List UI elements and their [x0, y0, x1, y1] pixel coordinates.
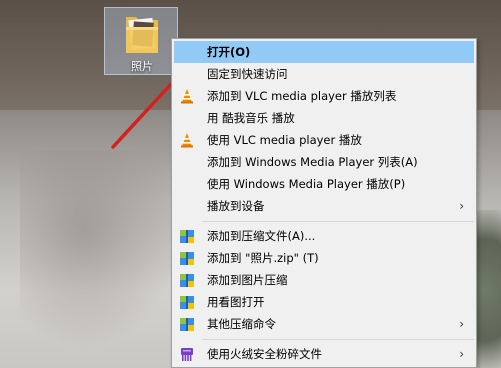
menu-item-image-compress[interactable]: 添加到图片压缩 — [174, 269, 474, 291]
folder-icon — [126, 17, 158, 53]
menu-item-vlc-add-playlist[interactable]: 添加到 VLC media player 播放列表 — [174, 85, 474, 107]
menu-separator — [202, 339, 474, 340]
menu-item-label: 使用火绒安全粉碎文件 — [207, 347, 322, 361]
menu-item-label: 添加到图片压缩 — [207, 273, 288, 287]
menu-item-label: 添加到 VLC media player 播放列表 — [207, 89, 397, 103]
archive-icon — [180, 230, 194, 243]
menu-item-vlc-play[interactable]: 使用 VLC media player 播放 — [174, 129, 474, 151]
chevron-right-icon: › — [459, 317, 464, 331]
archive-icon — [180, 252, 194, 265]
menu-item-open[interactable]: 打开(O) — [174, 41, 474, 63]
menu-item-label: 添加到压缩文件(A)... — [207, 229, 316, 243]
archive-icon — [180, 318, 194, 331]
menu-item-wmp-play[interactable]: 使用 Windows Media Player 播放(P) — [174, 173, 474, 195]
menu-item-wmp-add-list[interactable]: 添加到 Windows Media Player 列表(A) — [174, 151, 474, 173]
menu-item-kuwo-play[interactable]: 用 酷我音乐 播放 — [174, 107, 474, 129]
menu-item-pin-quick-access[interactable]: 固定到快速访问 — [174, 63, 474, 85]
archive-icon — [180, 296, 194, 309]
menu-item-open-with-viewer[interactable]: 用看图打开 — [174, 291, 474, 313]
menu-item-label: 其他压缩命令 — [207, 317, 276, 331]
menu-item-label: 固定到快速访问 — [207, 67, 288, 81]
vlc-icon — [181, 133, 193, 148]
context-menu: 打开(O) 固定到快速访问 添加到 VLC media player 播放列表 … — [171, 38, 477, 368]
menu-item-add-to-zip[interactable]: 添加到 "照片.zip" (T) — [174, 247, 474, 269]
archive-icon — [180, 274, 194, 287]
menu-item-label: 添加到 Windows Media Player 列表(A) — [207, 155, 418, 169]
vlc-icon — [181, 89, 193, 104]
menu-item-label: 用看图打开 — [207, 295, 265, 309]
menu-item-label: 使用 VLC media player 播放 — [207, 133, 362, 147]
wallpaper-shadow — [20, 150, 180, 350]
chevron-right-icon: › — [459, 347, 464, 361]
menu-item-add-to-archive[interactable]: 添加到压缩文件(A)... — [174, 225, 474, 247]
menu-separator — [202, 221, 474, 222]
menu-item-label: 播放到设备 — [207, 199, 265, 213]
menu-item-label: 使用 Windows Media Player 播放(P) — [207, 177, 406, 191]
menu-item-huorong-shred[interactable]: 使用火绒安全粉碎文件 › — [174, 343, 474, 365]
chevron-right-icon: › — [459, 199, 464, 213]
desktop-folder-photos[interactable]: 照片 — [104, 7, 178, 75]
menu-item-cast-to-device[interactable]: 播放到设备 › — [174, 195, 474, 217]
menu-item-label: 用 酷我音乐 播放 — [207, 111, 295, 125]
shredder-icon — [181, 348, 193, 361]
menu-item-other-compress[interactable]: 其他压缩命令 › — [174, 313, 474, 335]
folder-label: 照片 — [131, 60, 153, 73]
menu-item-label: 打开(O) — [207, 45, 251, 59]
menu-item-label: 添加到 "照片.zip" (T) — [207, 251, 319, 265]
